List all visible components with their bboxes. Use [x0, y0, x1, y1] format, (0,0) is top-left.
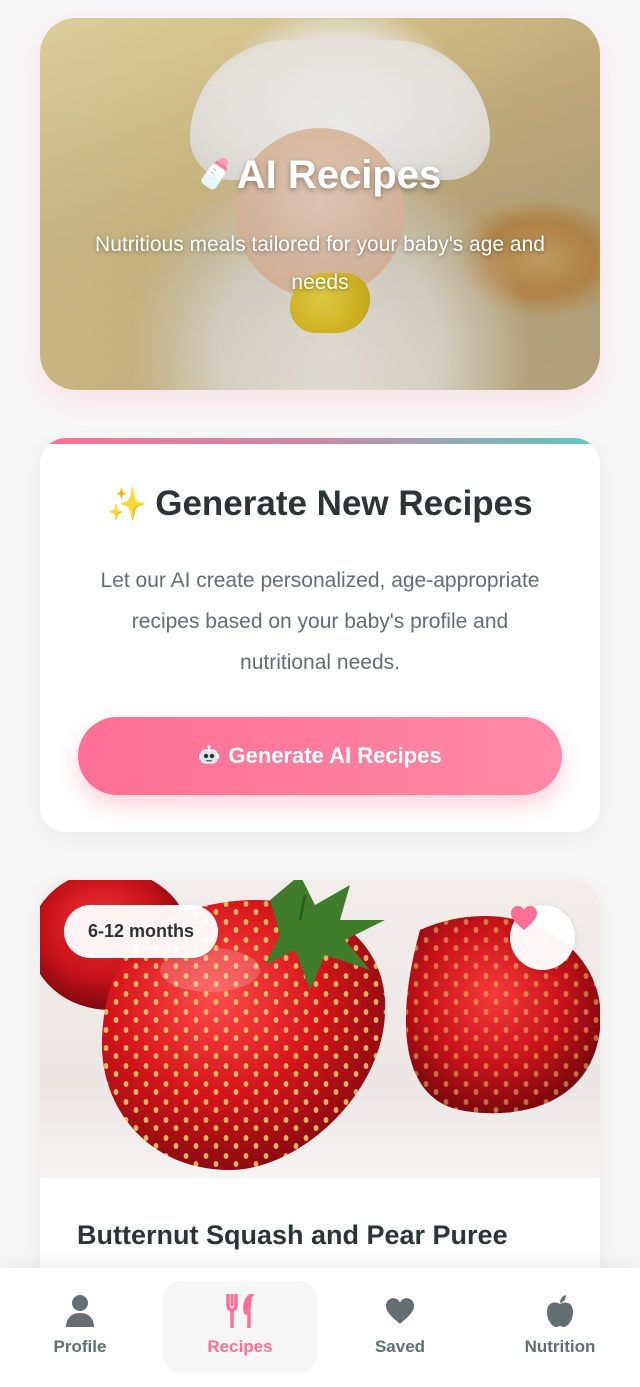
hero-subtitle: Nutritious meals tailored for your baby'…: [95, 233, 545, 294]
generate-recipes-card: ✨ Generate New Recipes Let our AI create …: [40, 438, 600, 832]
hero-banner: AI Recipes Nutritious meals tailored for…: [40, 18, 600, 390]
nav-label-profile: Profile: [53, 1337, 107, 1356]
nav-label-nutrition: Nutrition: [524, 1337, 596, 1356]
heart-icon: [383, 1293, 417, 1329]
generate-ai-recipes-button[interactable]: Generate AI Recipes: [78, 717, 562, 795]
hero-content: AI Recipes Nutritious meals tailored for…: [40, 18, 600, 390]
bottom-navigation: Profile Recipes Saved Nutrition: [0, 1268, 640, 1387]
nav-item-saved[interactable]: Saved: [323, 1281, 477, 1373]
recipe-title: Butternut Squash and Pear Puree: [77, 1220, 508, 1250]
card-accent-bar: [40, 438, 600, 444]
apple-icon: [543, 1293, 577, 1329]
heart-icon: [511, 906, 537, 930]
person-icon: [63, 1293, 97, 1329]
generate-title-text: Generate New Recipes: [155, 484, 533, 523]
nav-item-profile[interactable]: Profile: [3, 1281, 157, 1373]
nav-item-recipes[interactable]: Recipes: [163, 1281, 317, 1373]
nav-label-recipes: Recipes: [207, 1337, 273, 1356]
generate-description: Let our AI create personalized, age-appr…: [100, 569, 540, 674]
generate-button-label: Generate AI Recipes: [228, 743, 442, 768]
hero-title-text: AI Recipes: [236, 153, 442, 197]
robot-icon: [198, 745, 220, 767]
age-badge: 6-12 months: [64, 905, 219, 958]
generate-title: ✨ Generate New Recipes: [40, 484, 600, 524]
utensils-icon: [223, 1293, 257, 1329]
recipe-card[interactable]: 6-12 months Butternut Squash and Pear Pu…: [40, 880, 600, 1300]
nav-label-saved: Saved: [374, 1337, 426, 1356]
sparkles-icon: ✨: [107, 486, 148, 522]
baby-bottle-icon: [199, 155, 233, 191]
hero-title: AI Recipes: [40, 153, 600, 198]
recipe-image-strawberries: 6-12 months: [40, 880, 600, 1178]
favorite-button[interactable]: [510, 905, 575, 970]
nav-item-nutrition[interactable]: Nutrition: [483, 1281, 637, 1373]
